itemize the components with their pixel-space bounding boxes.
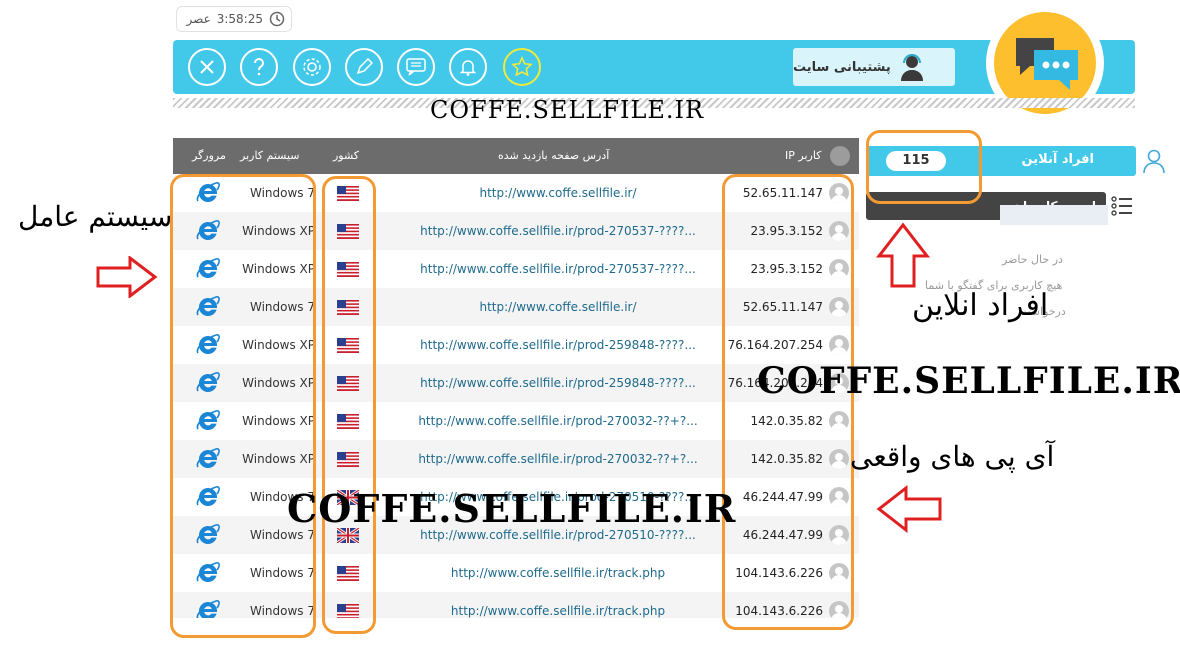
header-ip: IP کاربر	[785, 149, 822, 162]
settings-button[interactable]	[293, 48, 331, 86]
help-icon	[254, 58, 264, 76]
user-icon	[1143, 149, 1165, 174]
annotation-real-ip: آی پی های واقعی	[850, 440, 1055, 473]
arrow-left-icon	[876, 485, 942, 533]
bell-icon	[459, 60, 477, 76]
highlight-os-box	[170, 174, 316, 638]
highlight-ip-box	[722, 174, 854, 630]
chat-icon	[406, 58, 426, 76]
header-os: سیستم کاربر	[240, 149, 300, 162]
support-label: پشتیبانی سایت	[793, 59, 891, 75]
header-country: کشور	[333, 149, 360, 162]
clock: عصر 3:58:25	[176, 6, 292, 32]
annotation-online: افراد انلاین	[912, 288, 1049, 323]
chat-button[interactable]	[397, 48, 435, 86]
search-box[interactable]	[1000, 205, 1108, 225]
visited-page-link[interactable]: http://www.coffe.sellfile.ir/prod-259848…	[398, 338, 718, 352]
close-button[interactable]	[188, 48, 226, 86]
watermark-top: COFFE.SELLFILE.IR	[430, 96, 705, 124]
support-button[interactable]: پشتیبانی سایت	[793, 48, 955, 86]
favorite-button[interactable]	[503, 48, 541, 86]
table-header: مرورگر سیستم کاربر کشور آدرس صفحه بازدید…	[173, 138, 859, 174]
visited-page-link[interactable]: http://www.coffe.sellfile.ir/	[398, 186, 718, 200]
notifications-button[interactable]	[449, 48, 487, 86]
edit-icon	[356, 57, 374, 75]
visited-page-link[interactable]: http://www.coffe.sellfile.ir/track.php	[398, 566, 718, 580]
highlight-online-box	[866, 130, 982, 204]
list-icon	[1111, 196, 1132, 216]
watermark-center: COFFE.SELLFILE.IR	[287, 486, 737, 531]
header-page: آدرس صفحه بازدید شده	[498, 149, 610, 162]
online-users-label: افراد آنلاین	[1021, 152, 1095, 167]
edit-button[interactable]	[345, 48, 383, 86]
visited-page-link[interactable]: http://www.coffe.sellfile.ir/prod-259848…	[398, 376, 718, 390]
visited-page-link[interactable]: http://www.coffe.sellfile.ir/prod-270537…	[398, 224, 718, 238]
clock-time: 3:58:25	[216, 12, 263, 26]
settings-icon	[303, 58, 321, 76]
arrow-right-icon	[96, 256, 158, 298]
header-avatar-icon	[830, 146, 850, 166]
annotation-os: سیستم عامل	[18, 200, 173, 233]
highlight-country-box	[322, 176, 376, 634]
visited-page-link[interactable]: http://www.coffe.sellfile.ir/	[398, 300, 718, 314]
clock-icon	[269, 11, 285, 27]
support-agent-icon	[900, 54, 923, 81]
visited-page-link[interactable]: http://www.coffe.sellfile.ir/track.php	[398, 604, 718, 618]
close-icon	[200, 60, 214, 74]
help-button[interactable]	[240, 48, 278, 86]
status-line-1: در حال حاضر	[1002, 253, 1063, 266]
star-icon	[511, 56, 533, 77]
header-browser: مرورگر	[192, 149, 226, 162]
watermark-right: COFFE.SELLFILE.IR	[757, 360, 1180, 402]
clock-period: عصر	[186, 12, 211, 26]
arrow-up-icon	[876, 222, 930, 288]
visited-page-link[interactable]: http://www.coffe.sellfile.ir/prod-270032…	[398, 452, 718, 466]
visited-page-link[interactable]: http://www.coffe.sellfile.ir/prod-270032…	[398, 414, 718, 428]
visited-page-link[interactable]: http://www.coffe.sellfile.ir/prod-270537…	[398, 262, 718, 276]
